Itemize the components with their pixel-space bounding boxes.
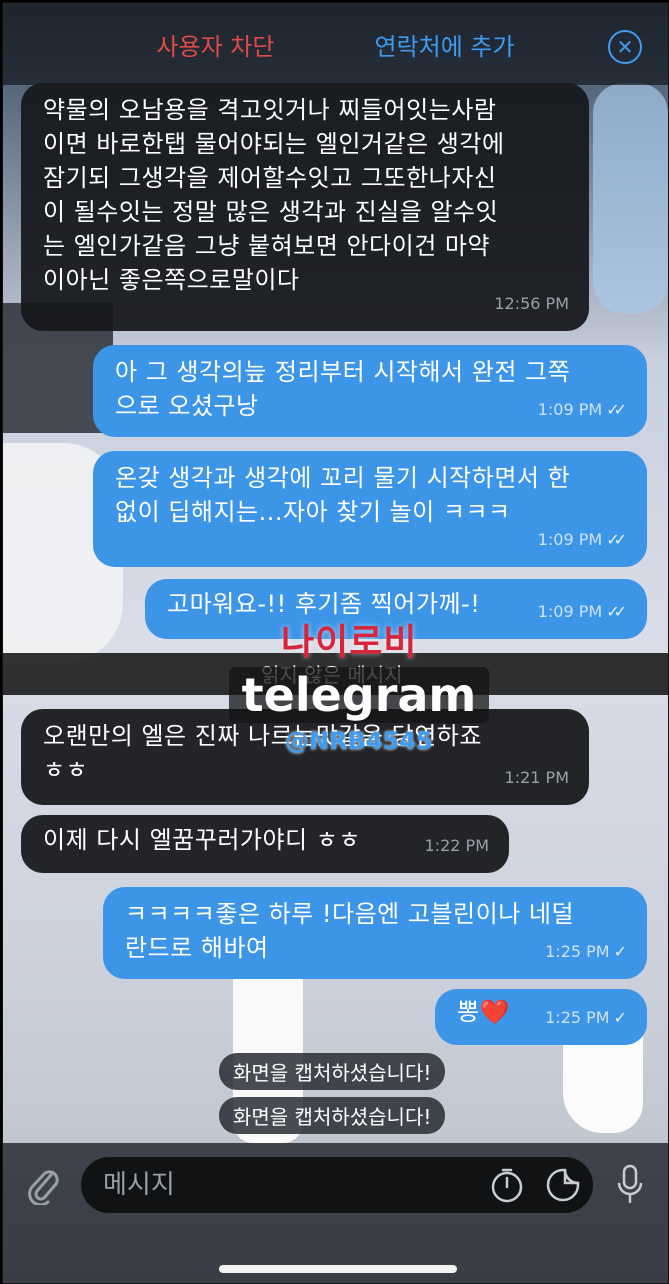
watermark-handle: @NRB4545	[285, 727, 433, 755]
delivered-check-icon: ✓	[613, 942, 628, 961]
message-time: 1:21 PM	[504, 768, 569, 787]
message-bubble-incoming[interactable]: 약물의 오남용을 격고잇거나 찌들어잇는사람 이면 바로한탭 물어야되는 엘인거…	[21, 83, 589, 331]
message-time: 1:09 PM	[537, 530, 603, 549]
sticker-icon[interactable]	[545, 1167, 581, 1207]
message-composer: 메시지	[3, 1143, 668, 1283]
message-bubble-outgoing[interactable]: 아 그 생각의늪 정리부터 시작해서 완전 그쪽 으로 오셨구낭 1:09 PM…	[93, 345, 647, 437]
message-time: 1:25 PM	[545, 1008, 610, 1027]
read-double-check-icon: ✓✓	[606, 602, 627, 621]
home-indicator	[219, 1265, 457, 1273]
read-double-check-icon: ✓✓	[606, 530, 627, 549]
read-double-check-icon: ✓✓	[606, 400, 627, 419]
message-bubble-incoming[interactable]: 이제 다시 엘꿈꾸러가야디 ㅎㅎ 1:22 PM	[21, 815, 509, 873]
screenshot-notice: 화면을 캡처하셨습니다!	[219, 1053, 446, 1090]
timer-icon[interactable]	[489, 1167, 525, 1207]
message-time: 1:09 PM	[537, 400, 603, 419]
message-time: 1:09 PM	[537, 602, 603, 621]
message-text: 약물의 오남용을 격고잇거나 찌들어잇는사람 이면 바로한탭 물어야되는 엘인거…	[43, 96, 505, 294]
watermark-telegram-text: telegram	[229, 667, 489, 723]
add-contact-button[interactable]: 연락처에 추가	[374, 27, 514, 62]
chat-screen: 사용자 차단 연락처에 추가 ✕ 약물의 오남용을 격고잇거나 찌들어잇는사람 …	[2, 2, 669, 1284]
message-text: 이제 다시 엘꿈꾸러가야디 ㅎㅎ	[43, 826, 361, 854]
top-action-bar: 사용자 차단 연락처에 추가 ✕	[3, 3, 668, 85]
message-time: 1:22 PM	[424, 836, 489, 855]
message-bubble-incoming[interactable]: 오랜만의 엘은 진짜 나르는맛같음 당연하죠 ㅎㅎ 1:21 PM	[21, 709, 589, 805]
message-bubble-outgoing[interactable]: 뽕❤️ 1:25 PM ✓	[435, 989, 647, 1045]
message-bubble-outgoing[interactable]: 온갖 생각과 생각에 꼬리 물기 시작하면서 한 없이 딥해지는...자아 찾기…	[93, 451, 647, 567]
background-photo-part	[593, 83, 668, 313]
delivered-check-icon: ✓	[613, 1008, 628, 1027]
paperclip-icon[interactable]	[25, 1165, 61, 1209]
microphone-icon[interactable]	[615, 1163, 645, 1211]
message-time: 1:25 PM	[545, 942, 610, 961]
message-bubble-outgoing[interactable]: ㅋㅋㅋㅋ좋은 하루 !다음엔 고블린이나 네덜 란드로 해바여 1:25 PM ✓	[103, 887, 647, 979]
close-icon[interactable]: ✕	[608, 30, 642, 64]
message-time: 12:56 PM	[494, 294, 569, 313]
message-text: 온갖 생각과 생각에 꼬리 물기 시작하면서 한 없이 딥해지는...자아 찾기…	[115, 464, 571, 526]
screenshot-notice: 화면을 캡처하셨습니다!	[219, 1097, 446, 1134]
block-user-button[interactable]: 사용자 차단	[156, 27, 274, 62]
watermark-korean-text: 나이로비	[281, 622, 418, 663]
